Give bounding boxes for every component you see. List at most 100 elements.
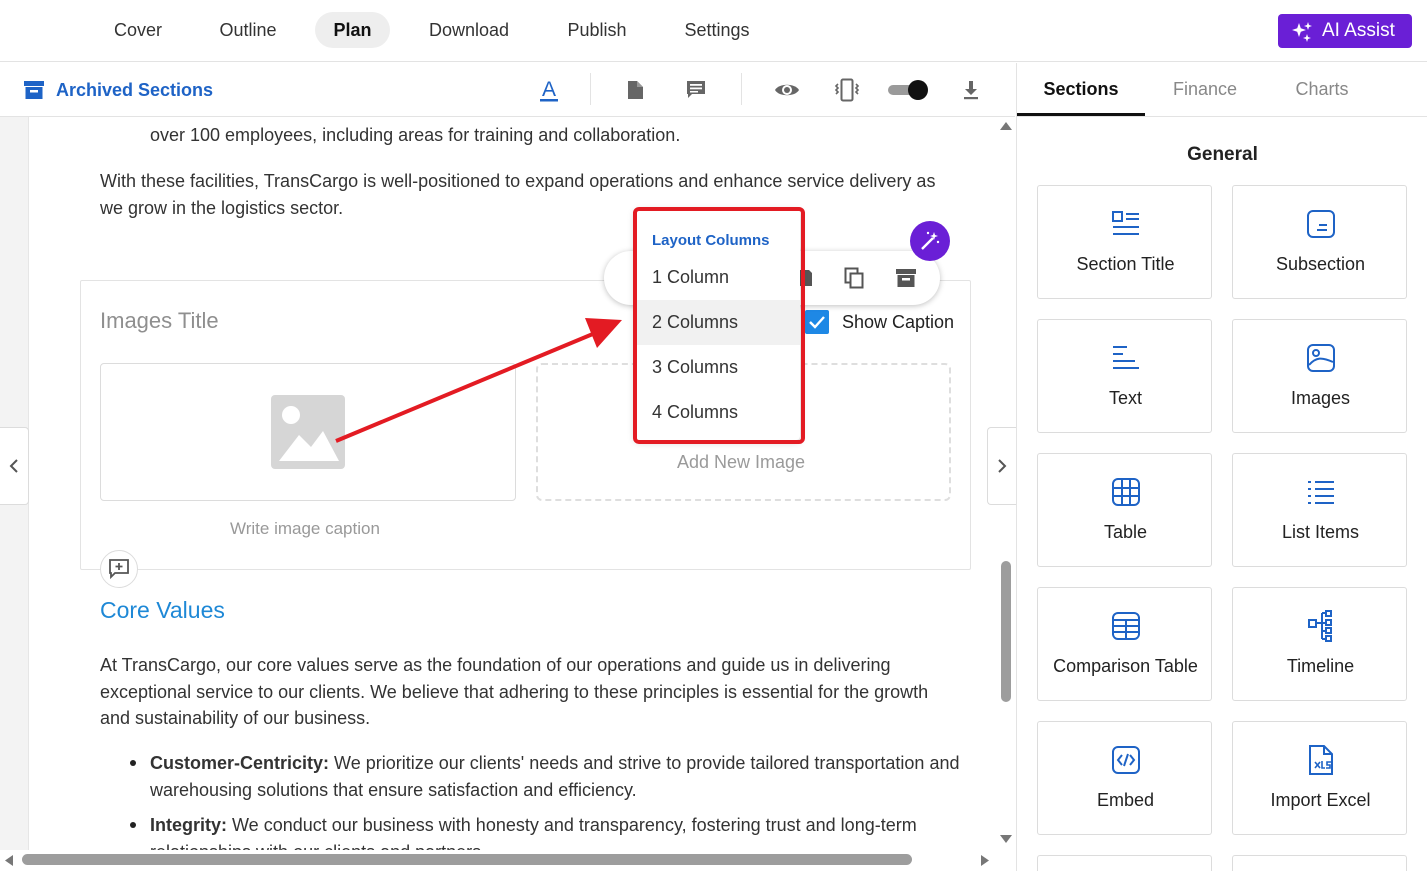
panel-tab-finance[interactable]: Finance: [1145, 63, 1265, 116]
comment-icon: [687, 81, 705, 98]
subsection-icon: [1306, 210, 1335, 238]
section-title-icon: [1111, 211, 1139, 235]
duplicate-block-button[interactable]: [840, 264, 868, 292]
sections-panel: Sections Finance Charts General Section …: [1016, 63, 1427, 871]
embed-icon: [1111, 746, 1140, 774]
paragraph-facilities: With these facilities, TransCargo is wel…: [100, 171, 936, 218]
image-slot[interactable]: [100, 363, 516, 501]
card-label: Text: [1108, 388, 1142, 408]
section-card-text[interactable]: Text: [1037, 319, 1212, 433]
magic-wand-icon: [921, 231, 940, 250]
group-title-general: General: [1187, 144, 1258, 165]
horizontal-scroll-thumb[interactable]: [22, 854, 912, 865]
show-caption-checkbox[interactable]: [805, 310, 829, 335]
ai-assist-label: AI Assist: [1322, 20, 1395, 41]
archive-icon: [24, 81, 44, 99]
panel-tabs-divider: [1017, 116, 1427, 117]
copy-icon: [844, 267, 864, 289]
tab-cover[interactable]: Cover: [100, 12, 176, 48]
tab-outline[interactable]: Outline: [206, 12, 290, 48]
scroll-up-arrow-icon: [1000, 122, 1012, 130]
images-title-placeholder[interactable]: Images Title: [100, 308, 219, 335]
sparkle-icon: [1292, 22, 1312, 42]
section-card-section-title[interactable]: Section Title: [1037, 185, 1212, 299]
document-icon: [628, 81, 643, 99]
card-label: Import Excel: [1270, 790, 1371, 810]
archive-box-icon: [896, 269, 916, 287]
card-label: Section Title: [1076, 254, 1175, 274]
toggle-knob: [908, 80, 928, 100]
preview-tool[interactable]: [772, 75, 802, 105]
add-comment-button[interactable]: [100, 550, 138, 588]
list-item-partial: over 100 employees, including areas for …: [150, 125, 681, 145]
view-toggle[interactable]: [886, 79, 930, 101]
list-item: Integrity: We conduct our business with …: [150, 812, 960, 850]
scroll-left-arrow-icon: [5, 855, 13, 866]
tab-download[interactable]: Download: [417, 12, 521, 48]
add-comment-icon: [109, 559, 129, 580]
comparison-table-icon: [1111, 612, 1140, 640]
tab-publish[interactable]: Publish: [554, 12, 640, 48]
images-icon: [1306, 344, 1335, 372]
section-card-images[interactable]: Images: [1232, 319, 1407, 433]
import-excel-icon: [1308, 745, 1333, 775]
download-icon: [964, 81, 978, 100]
show-caption-toggle[interactable]: Show Caption: [805, 309, 954, 336]
device-preview-tool[interactable]: [832, 75, 862, 105]
collapse-left-button[interactable]: [0, 427, 29, 505]
editor-toolbar: Archived Sections A: [0, 63, 1015, 117]
core-values-heading: Core Values: [100, 597, 225, 623]
section-card-partial[interactable]: [1232, 855, 1407, 871]
card-label: Comparison Table: [1053, 656, 1198, 676]
section-card-partial[interactable]: [1037, 855, 1212, 871]
page-tool[interactable]: [621, 75, 651, 105]
download-tool[interactable]: [956, 75, 986, 105]
font-color-icon: A: [540, 78, 558, 102]
add-new-image-label: Add New Image: [677, 452, 806, 472]
timeline-icon: [1307, 610, 1332, 642]
comments-tool[interactable]: [681, 75, 711, 105]
card-label: List Items: [1281, 522, 1360, 542]
expand-right-button[interactable]: [987, 427, 1016, 505]
eye-icon: [775, 84, 799, 96]
chevron-right-icon: [998, 459, 1007, 473]
panel-tab-charts[interactable]: Charts: [1265, 63, 1379, 116]
archive-block-button[interactable]: [892, 264, 920, 292]
text-icon: [1112, 346, 1139, 369]
bullet-term: Integrity:: [150, 815, 228, 835]
ai-assist-button[interactable]: AI Assist: [1278, 14, 1412, 48]
section-card-timeline[interactable]: Timeline: [1232, 587, 1407, 701]
card-label: Images: [1290, 388, 1351, 408]
toolbar-divider: [741, 73, 742, 105]
card-label: Subsection: [1275, 254, 1366, 274]
tab-settings[interactable]: Settings: [672, 12, 762, 48]
image-caption-placeholder[interactable]: Write image caption: [230, 516, 380, 543]
bullet-term: Customer-Centricity:: [150, 753, 330, 773]
section-card-import-excel[interactable]: Import Excel: [1232, 721, 1407, 835]
vertical-scroll-thumb[interactable]: [1001, 561, 1011, 702]
bullet-dot: [130, 760, 136, 766]
panel-tab-sections[interactable]: Sections: [1017, 63, 1145, 116]
section-card-embed[interactable]: Embed: [1037, 721, 1212, 835]
section-card-list-items[interactable]: List Items: [1232, 453, 1407, 567]
list-items-icon: [1307, 481, 1334, 504]
paragraph-core-values: At TransCargo, our core values serve as …: [100, 655, 929, 728]
section-card-comparison-table[interactable]: Comparison Table: [1037, 587, 1212, 701]
svg-text:A: A: [542, 78, 556, 101]
ai-magic-button[interactable]: [910, 221, 950, 261]
show-caption-label: Show Caption: [842, 312, 955, 332]
card-label: Embed: [1096, 790, 1155, 810]
mobile-vibrate-icon: [834, 78, 860, 102]
archived-sections-label: Archived Sections: [56, 79, 214, 100]
top-navigation: Cover Outline Plan Download Publish Sett…: [0, 0, 1427, 62]
bullet-dot: [130, 822, 136, 828]
tab-plan[interactable]: Plan: [315, 12, 390, 48]
document-canvas: over 100 employees, including areas for …: [30, 117, 998, 850]
chevron-left-icon: [9, 459, 18, 473]
section-card-table[interactable]: Table: [1037, 453, 1212, 567]
text-color-tool[interactable]: A: [534, 75, 564, 105]
section-card-subsection[interactable]: Subsection: [1232, 185, 1407, 299]
list-item: Customer-Centricity: We prioritize our c…: [150, 750, 960, 803]
image-placeholder-icon: [271, 395, 345, 469]
archived-sections-link[interactable]: Archived Sections: [24, 77, 213, 103]
